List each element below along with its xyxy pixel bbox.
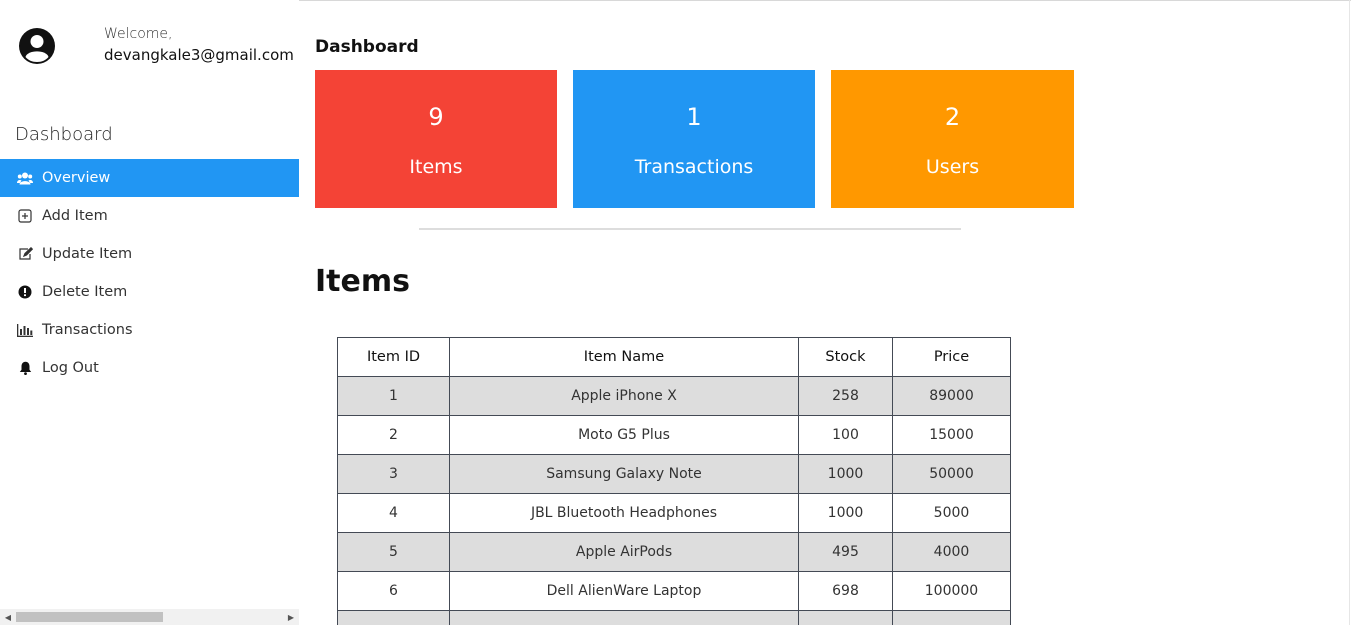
stat-cards: 9 Items 1 Transactions 2 Users bbox=[315, 70, 1074, 208]
column-header: Stock bbox=[798, 337, 893, 377]
table-cell: 3 bbox=[337, 454, 450, 494]
column-header: Item Name bbox=[449, 337, 799, 377]
table-cell: 15000 bbox=[892, 415, 1011, 455]
stat-label: Transactions bbox=[634, 156, 754, 178]
table-cell bbox=[449, 610, 799, 625]
stat-card-users: 2 Users bbox=[831, 70, 1074, 208]
table-cell: 100000 bbox=[892, 571, 1011, 611]
bar-chart-icon bbox=[16, 322, 34, 338]
table-cell: 5000 bbox=[892, 493, 1011, 533]
sidebar-item-label: Log Out bbox=[42, 360, 99, 376]
column-header: Item ID bbox=[337, 337, 450, 377]
stat-value: 1 bbox=[686, 103, 702, 131]
plus-square-icon bbox=[16, 208, 34, 224]
avatar-icon bbox=[18, 27, 56, 65]
stat-card-items: 9 Items bbox=[315, 70, 557, 208]
sidebar-item-label: Add Item bbox=[42, 208, 108, 224]
scroll-left-icon[interactable]: ◀ bbox=[0, 609, 16, 625]
table-cell bbox=[337, 610, 450, 625]
divider bbox=[419, 228, 961, 230]
table-cell: 4000 bbox=[892, 532, 1011, 572]
sidebar-title: Dashboard bbox=[15, 124, 113, 145]
table-header-row: Item ID Item Name Stock Price bbox=[337, 337, 1011, 377]
sidebar-item-label: Update Item bbox=[42, 246, 133, 262]
sidebar-item-label: Overview bbox=[42, 170, 111, 186]
sidebar-item-overview[interactable]: Overview bbox=[0, 159, 299, 197]
sidebar-item-add-item[interactable]: Add Item bbox=[0, 197, 299, 235]
sidebar-item-transactions[interactable]: Transactions bbox=[0, 311, 299, 349]
items-heading: Items bbox=[315, 264, 410, 299]
table-cell: 100 bbox=[798, 415, 893, 455]
stat-value: 2 bbox=[944, 103, 961, 131]
sidebar-item-delete-item[interactable]: Delete Item bbox=[0, 273, 299, 311]
table-cell bbox=[798, 610, 893, 625]
scrollbar-thumb[interactable] bbox=[16, 612, 163, 622]
table-cell: JBL Bluetooth Headphones bbox=[449, 493, 799, 533]
sidebar-item-label: Delete Item bbox=[42, 284, 128, 300]
welcome-text: Welcome, bbox=[104, 26, 173, 42]
user-email: devangkale3@gmail.com bbox=[104, 46, 294, 64]
table-cell: 4 bbox=[337, 493, 450, 533]
table-cell: 2 bbox=[337, 415, 450, 455]
column-header: Price bbox=[892, 337, 1011, 377]
users-icon bbox=[16, 170, 34, 186]
bell-icon bbox=[16, 360, 34, 376]
stat-value: 9 bbox=[428, 103, 444, 131]
page-title: Dashboard bbox=[315, 37, 419, 57]
table-row bbox=[337, 610, 1011, 625]
table-cell bbox=[892, 610, 1011, 625]
table-cell: Moto G5 Plus bbox=[449, 415, 799, 455]
right-border bbox=[1349, 0, 1350, 625]
stat-card-transactions: 1 Transactions bbox=[573, 70, 815, 208]
table-row: 6 Dell AlienWare Laptop 698 100000 bbox=[337, 571, 1011, 611]
table-cell: 698 bbox=[798, 571, 893, 611]
sidebar: Welcome, devangkale3@gmail.com Dashboard… bbox=[0, 0, 299, 625]
sidebar-item-log-out[interactable]: Log Out bbox=[0, 349, 299, 387]
items-table: Item ID Item Name Stock Price 1 Apple iP… bbox=[337, 337, 1011, 625]
sidebar-item-label: Transactions bbox=[42, 322, 133, 338]
exclamation-circle-icon bbox=[16, 284, 34, 300]
edit-icon bbox=[16, 246, 34, 262]
table-cell: 1 bbox=[337, 376, 450, 416]
scroll-right-icon[interactable]: ▶ bbox=[283, 609, 299, 625]
sidebar-menu: Overview Add Item Update Item Delete Ite… bbox=[0, 159, 299, 387]
table-cell: Samsung Galaxy Note bbox=[449, 454, 799, 494]
table-cell: 50000 bbox=[892, 454, 1011, 494]
table-cell: 495 bbox=[798, 532, 893, 572]
sidebar-item-update-item[interactable]: Update Item bbox=[0, 235, 299, 273]
table-row: 4 JBL Bluetooth Headphones 1000 5000 bbox=[337, 493, 1011, 533]
stat-label: Users bbox=[925, 156, 980, 178]
main-content: Dashboard 9 Items 1 Transactions 2 Users… bbox=[315, 0, 1335, 625]
table-cell: 5 bbox=[337, 532, 450, 572]
table-cell: 6 bbox=[337, 571, 450, 611]
horizontal-scrollbar[interactable]: ◀ ▶ bbox=[0, 609, 299, 625]
table-row: 3 Samsung Galaxy Note 1000 50000 bbox=[337, 454, 1011, 494]
table-row: 1 Apple iPhone X 258 89000 bbox=[337, 376, 1011, 416]
table-cell: 89000 bbox=[892, 376, 1011, 416]
table-row: 5 Apple AirPods 495 4000 bbox=[337, 532, 1011, 572]
table-cell: 258 bbox=[798, 376, 893, 416]
stat-label: Items bbox=[409, 156, 463, 178]
table-cell: Apple AirPods bbox=[449, 532, 799, 572]
table-cell: 1000 bbox=[798, 454, 893, 494]
table-cell: Apple iPhone X bbox=[449, 376, 799, 416]
user-welcome-block: Welcome, devangkale3@gmail.com bbox=[18, 24, 298, 72]
table-cell: Dell AlienWare Laptop bbox=[449, 571, 799, 611]
table-row: 2 Moto G5 Plus 100 15000 bbox=[337, 415, 1011, 455]
table-cell: 1000 bbox=[798, 493, 893, 533]
